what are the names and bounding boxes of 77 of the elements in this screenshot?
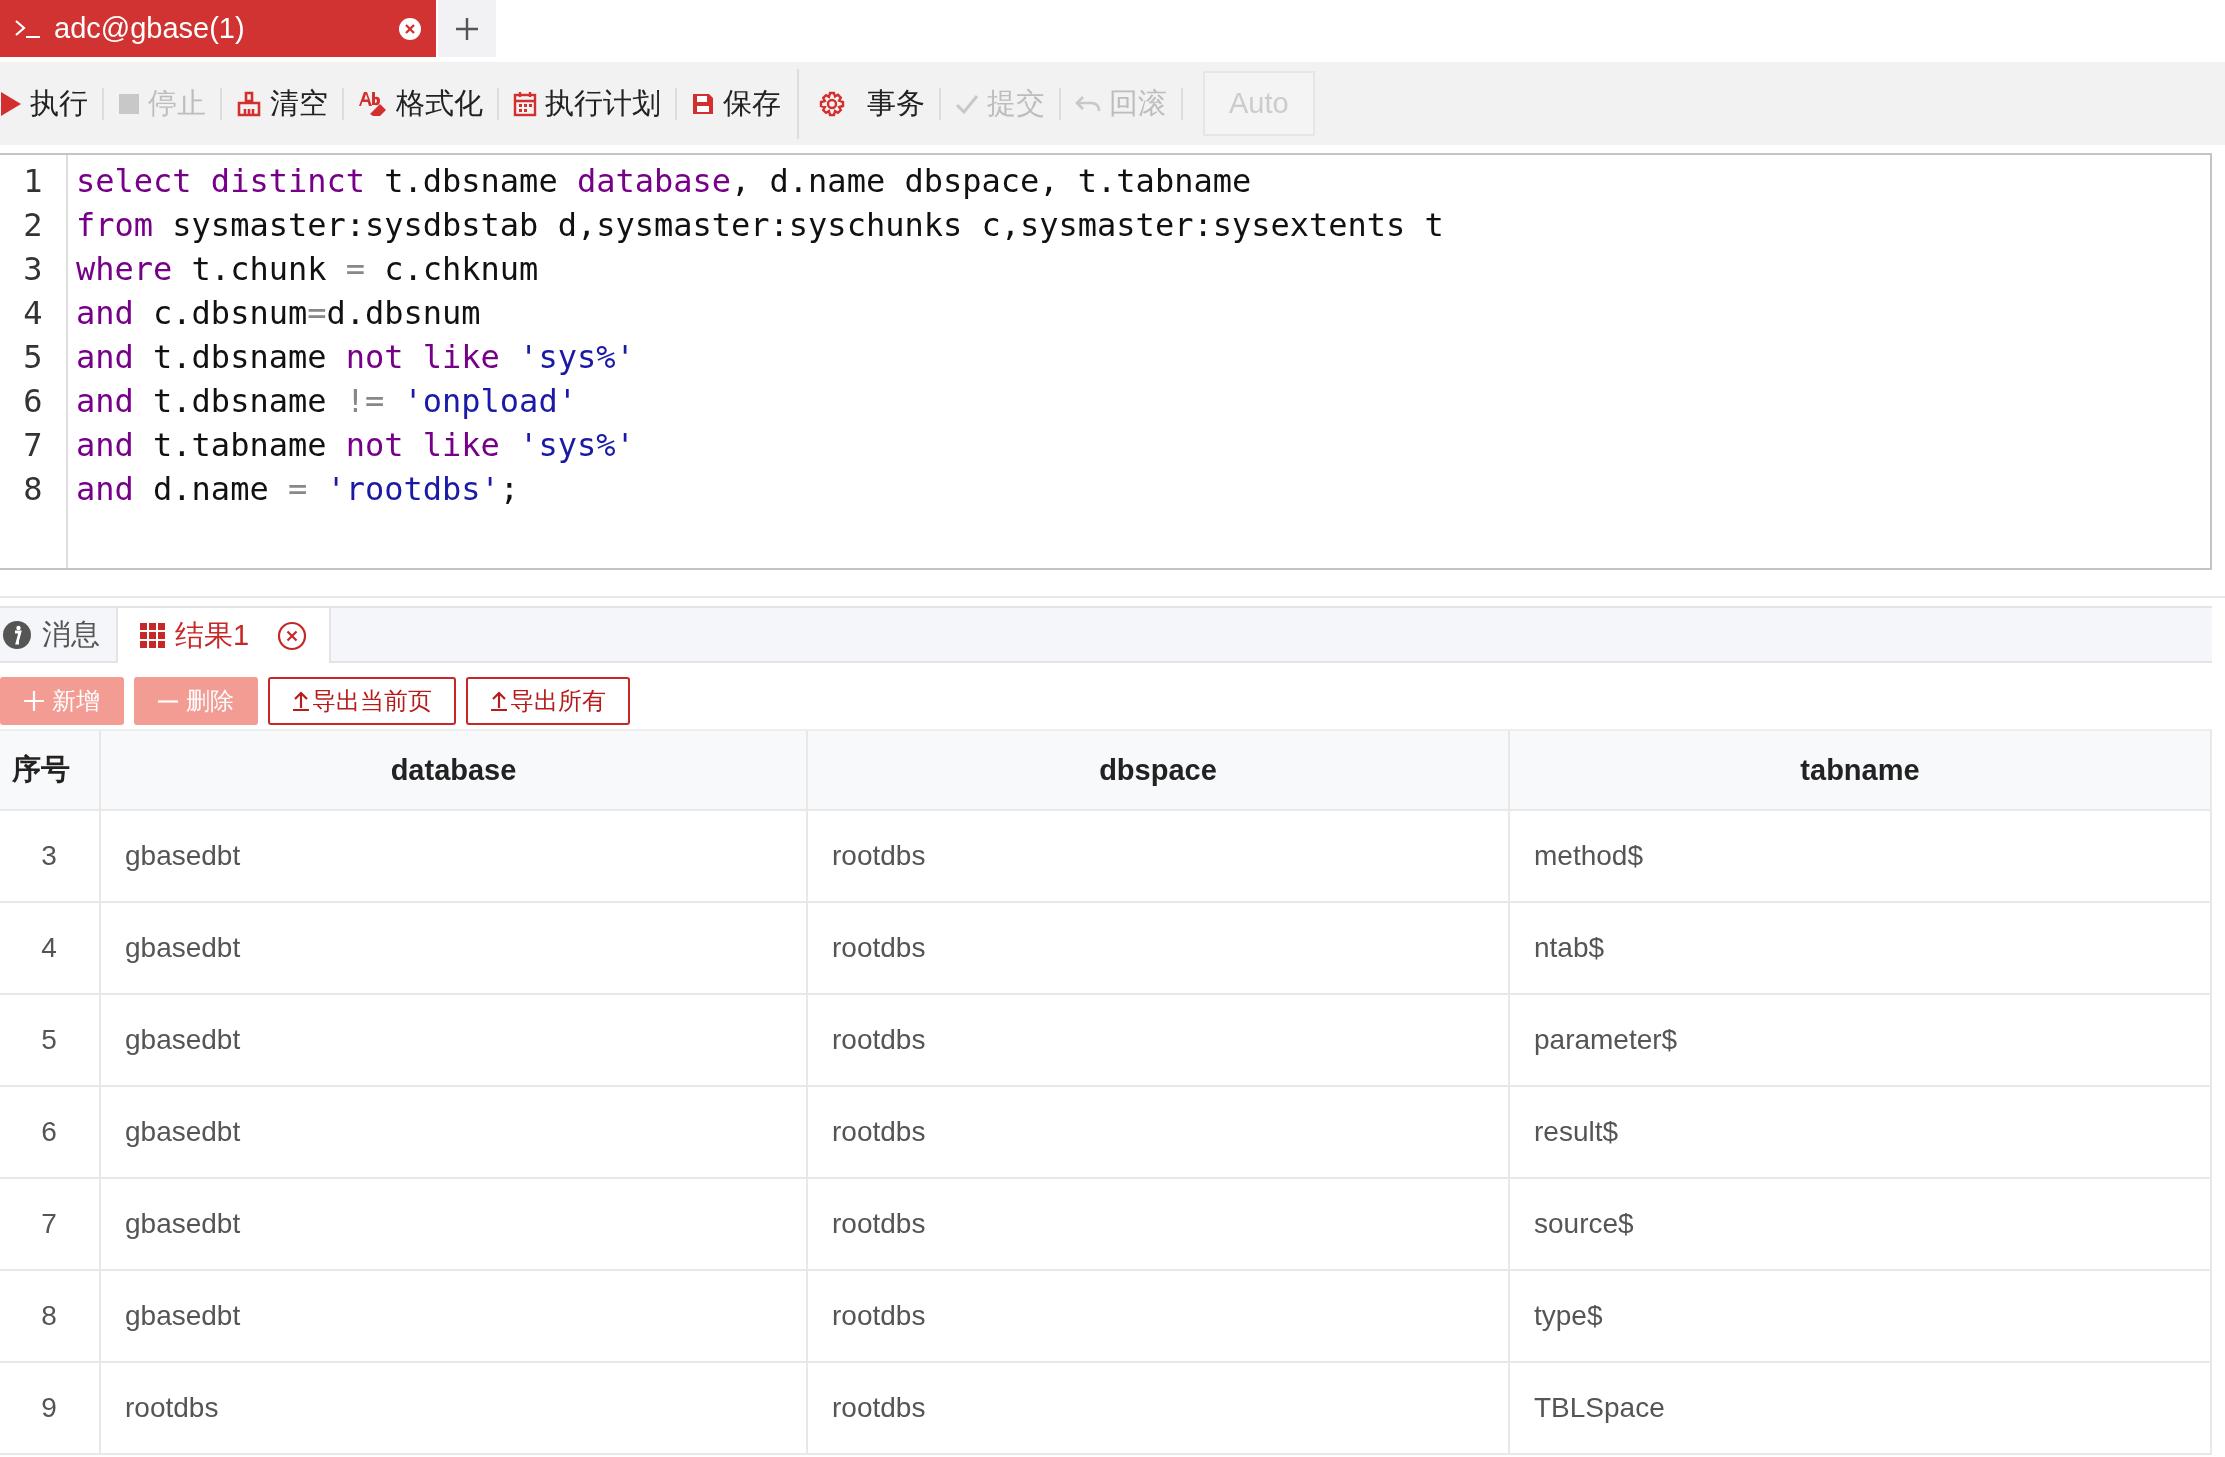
table-cell: 4 — [0, 902, 100, 994]
close-icon[interactable] — [277, 620, 308, 651]
code-line: and d.name = 'rootdbs'; — [76, 469, 521, 510]
table-cell: type$ — [1509, 1270, 2211, 1362]
plus-icon — [24, 691, 44, 711]
toolbar-button[interactable]: 事务 — [819, 83, 935, 124]
table-cell: ntab$ — [1509, 902, 2211, 994]
table-cell: rootdbs — [100, 1362, 807, 1454]
table-cell: 5 — [0, 994, 100, 1086]
toolbar-button[interactable]: 执行计划 — [513, 83, 671, 124]
column-header: tabname — [1509, 731, 2211, 810]
grid-icon — [140, 623, 165, 648]
code-line: where t.chunk = c.chknum — [76, 249, 540, 290]
play-icon — [0, 90, 22, 117]
table-cell: result$ — [1509, 1086, 2211, 1178]
code-line: from sysmaster:sysdbstab d,sysmaster:syschunks c,sysmaster:sysextents t — [76, 205, 1445, 246]
broom-icon — [236, 90, 262, 117]
table-cell: source$ — [1509, 1178, 2211, 1270]
table-cell: gbasedbt — [100, 1270, 807, 1362]
minus-icon — [158, 699, 178, 703]
table-cell: gbasedbt — [100, 994, 807, 1086]
code-line: and t.tabname not like 'sys%' — [76, 425, 636, 466]
session-tab[interactable]: adc@gbase(1) — [0, 0, 436, 57]
code-line: and t.dbsname != 'onpload' — [76, 381, 578, 422]
toolbar-button[interactable]: 保存 — [691, 83, 791, 124]
table-cell: method$ — [1509, 810, 2211, 902]
table-cell: gbasedbt — [100, 902, 807, 994]
code-line: select distinct t.dbsname database, d.name dbspace, t.tabname — [76, 161, 1253, 202]
terminal-icon — [14, 17, 42, 40]
line-number: 8 — [22, 469, 44, 510]
table-cell: 7 — [0, 1178, 100, 1270]
table-cell: parameter$ — [1509, 994, 2211, 1086]
line-number: 4 — [22, 293, 44, 334]
line-number: 5 — [22, 337, 44, 378]
line-number: 6 — [22, 381, 44, 422]
export-button[interactable]: 导出当前页 — [268, 677, 456, 725]
table-cell: rootdbs — [807, 1362, 1509, 1454]
line-number: 7 — [22, 425, 44, 466]
gear-icon — [819, 90, 845, 117]
table-cell: rootdbs — [807, 810, 1509, 902]
upload-icon — [292, 690, 310, 712]
table-cell: rootdbs — [807, 1178, 1509, 1270]
column-header: database — [100, 731, 807, 810]
close-icon[interactable] — [398, 16, 422, 41]
text-eraser-icon — [358, 89, 388, 118]
toolbar-button[interactable]: 清空 — [236, 83, 338, 124]
table-cell: rootdbs — [807, 994, 1509, 1086]
table-cell: 9 — [0, 1362, 100, 1454]
table-cell: rootdbs — [807, 1270, 1509, 1362]
table-cell: gbasedbt — [100, 1178, 807, 1270]
table-cell: gbasedbt — [100, 1086, 807, 1178]
stop-icon — [118, 92, 140, 115]
table-cell: 3 — [0, 810, 100, 902]
check-icon — [955, 92, 979, 115]
plus-icon — [455, 16, 479, 41]
code-line: and t.dbsname not like 'sys%' — [76, 337, 636, 378]
line-number: 1 — [22, 161, 44, 202]
save-icon — [691, 91, 715, 116]
calendar-icon — [513, 90, 537, 117]
toolbar-button[interactable]: 执行 — [0, 83, 98, 124]
table-cell: gbasedbt — [100, 810, 807, 902]
table-cell: TBLSpace — [1509, 1362, 2211, 1454]
result-tab[interactable]: 结果1 — [116, 608, 332, 663]
code-line: and c.dbsnum=d.dbsnum — [76, 293, 482, 334]
table-cell: 8 — [0, 1270, 100, 1362]
upload-icon — [490, 690, 508, 712]
toolbar-button[interactable]: 格式化 — [358, 83, 493, 124]
result-tab[interactable]: 消息 — [0, 608, 116, 661]
new-tab-button[interactable] — [438, 0, 496, 57]
line-number: 2 — [22, 205, 44, 246]
table-cell: rootdbs — [807, 1086, 1509, 1178]
column-header: dbspace — [807, 731, 1509, 810]
table-cell: 6 — [0, 1086, 100, 1178]
line-number: 3 — [22, 249, 44, 290]
export-button[interactable]: 导出所有 — [466, 677, 630, 725]
column-header: 序号 — [0, 731, 100, 810]
table-cell: rootdbs — [807, 902, 1509, 994]
